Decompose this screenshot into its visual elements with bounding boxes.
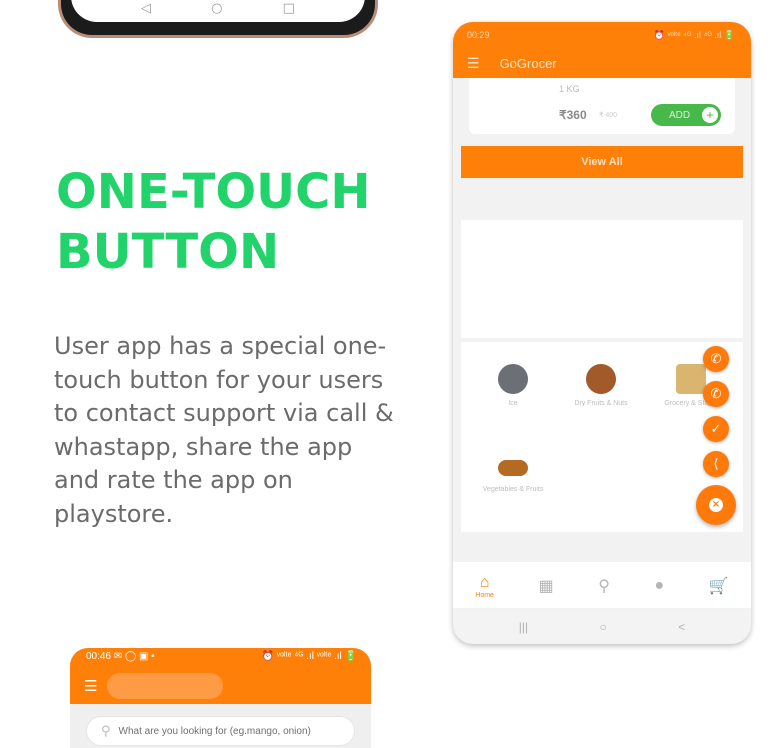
- dry-fruits-icon: [586, 364, 616, 394]
- product-card: 1 KG ₹360 ₹ 400 ADD +: [469, 78, 735, 134]
- bottom-status-time: 00:46: [86, 651, 112, 662]
- back-icon[interactable]: <: [678, 620, 685, 634]
- menu-icon[interactable]: ☰: [84, 677, 97, 695]
- app-title: GoGrocer: [499, 55, 557, 71]
- nav-back-icon[interactable]: ◁: [141, 1, 151, 16]
- category-item[interactable]: Vegetables & Fruits: [473, 460, 553, 493]
- home-icon: ⌂: [479, 573, 490, 591]
- one-touch-close-fab[interactable]: ×: [696, 485, 736, 525]
- whatsapp-fab[interactable]: ✆: [703, 381, 729, 407]
- grid-icon: ▦: [538, 578, 554, 595]
- nav-notifications[interactable]: ●: [655, 577, 665, 595]
- vegetables-icon: [498, 460, 528, 476]
- bottom-phone-mockup: 00:46 ✉ ◯ ▣ • ⏰ ᵛᵒˡᵗᵉ ⁴ᴳ .ıl ᵛᵒˡᵗᵉ .ıl 🔋…: [70, 648, 371, 748]
- system-nav: ||| ○ <: [453, 610, 751, 644]
- share-icon: ⟨: [713, 456, 719, 472]
- nav-home-label: Home: [475, 591, 494, 599]
- bottom-status-left-icons: ✉ ◯ ▣ •: [113, 651, 155, 662]
- location-pill[interactable]: [107, 673, 224, 699]
- bottom-app-bar: ☰: [70, 668, 371, 704]
- top-phone-screen: ◁ ○ □: [71, 0, 365, 22]
- nav-cart[interactable]: 🛒: [709, 576, 729, 596]
- category-label: Ice: [508, 400, 518, 407]
- product-mrp: ₹ 400: [599, 112, 618, 119]
- headline-line-2: BUTTON: [56, 224, 280, 280]
- category-item[interactable]: Ice: [473, 364, 553, 407]
- add-button[interactable]: ADD +: [651, 104, 721, 126]
- bottom-status-bar: 00:46 ✉ ◯ ▣ • ⏰ ᵛᵒˡᵗᵉ ⁴ᴳ .ıl ᵛᵒˡᵗᵉ .ıl 🔋: [70, 648, 371, 668]
- status-time: 00:29: [467, 30, 490, 40]
- top-phone-mockup: ◁ ○ □: [58, 0, 378, 38]
- nav-search[interactable]: ⚲: [598, 576, 610, 596]
- bottom-nav: ⌂ Home ▦ ⚲ ● 🛒: [453, 562, 751, 608]
- menu-icon[interactable]: ☰: [467, 55, 480, 72]
- product-price: ₹360: [559, 108, 587, 122]
- headline-line-1: ONE-TOUCH: [56, 164, 371, 220]
- headline: ONE-TOUCH BUTTON: [56, 162, 396, 282]
- recent-apps-icon[interactable]: |||: [519, 620, 528, 634]
- nav-recent-icon[interactable]: □: [283, 1, 295, 16]
- search-placeholder: What are you looking for (eg.mango, onio…: [118, 725, 311, 737]
- view-all-button[interactable]: View All: [461, 146, 743, 178]
- home-button-icon[interactable]: ○: [600, 620, 607, 634]
- phone-icon: ✆: [710, 351, 722, 367]
- ice-cream-icon: [498, 364, 528, 394]
- description-text: User app has a special one-touch button …: [54, 332, 394, 528]
- bell-icon: ●: [654, 577, 665, 594]
- status-bar: 00:29 ⏰ ᵛᵒˡᵗᵉ ⁴ᴳ .ıl ⁴ᴳ .ıl 🔋: [453, 22, 751, 48]
- rate-fab[interactable]: ✓: [703, 416, 729, 442]
- nav-home[interactable]: ⌂ Home: [475, 574, 494, 599]
- product-weight: 1 KG: [559, 84, 580, 94]
- right-phone-mockup: 00:29 ⏰ ᵛᵒˡᵗᵉ ⁴ᴳ .ıl ⁴ᴳ .ıl 🔋 ☰ GoGrocer…: [453, 22, 751, 644]
- top-phone-system-nav: ◁ ○ □: [71, 1, 365, 16]
- close-icon: ×: [709, 498, 723, 512]
- banner-area: [461, 220, 743, 338]
- whatsapp-icon: ✆: [710, 386, 722, 402]
- rate-icon: ✓: [710, 421, 722, 437]
- cart-icon: 🛒: [708, 578, 729, 595]
- category-item[interactable]: Dry Fruits & Nuts: [561, 364, 641, 407]
- nav-home-icon[interactable]: ○: [211, 1, 222, 16]
- search-icon: ⚲: [101, 723, 111, 739]
- add-label: ADD: [669, 109, 691, 121]
- app-bar: ☰ GoGrocer: [453, 48, 751, 78]
- bottom-status-right-icons: ⏰ ᵛᵒˡᵗᵉ ⁴ᴳ .ıl ᵛᵒˡᵗᵉ .ıl 🔋: [261, 651, 357, 662]
- grocery-icon: [676, 364, 706, 394]
- share-fab[interactable]: ⟨: [703, 451, 729, 477]
- status-icons: ⏰ ᵛᵒˡᵗᵉ ⁴ᴳ .ıl ⁴ᴳ .ıl 🔋: [653, 30, 735, 40]
- call-fab[interactable]: ✆: [703, 346, 729, 372]
- category-label: Vegetables & Fruits: [482, 486, 544, 493]
- nav-categories[interactable]: ▦: [539, 576, 554, 596]
- search-icon: ⚲: [598, 578, 610, 595]
- category-label: Dry Fruits & Nuts: [574, 400, 628, 407]
- plus-icon: +: [702, 107, 718, 123]
- search-input[interactable]: ⚲ What are you looking for (eg.mango, on…: [86, 716, 355, 746]
